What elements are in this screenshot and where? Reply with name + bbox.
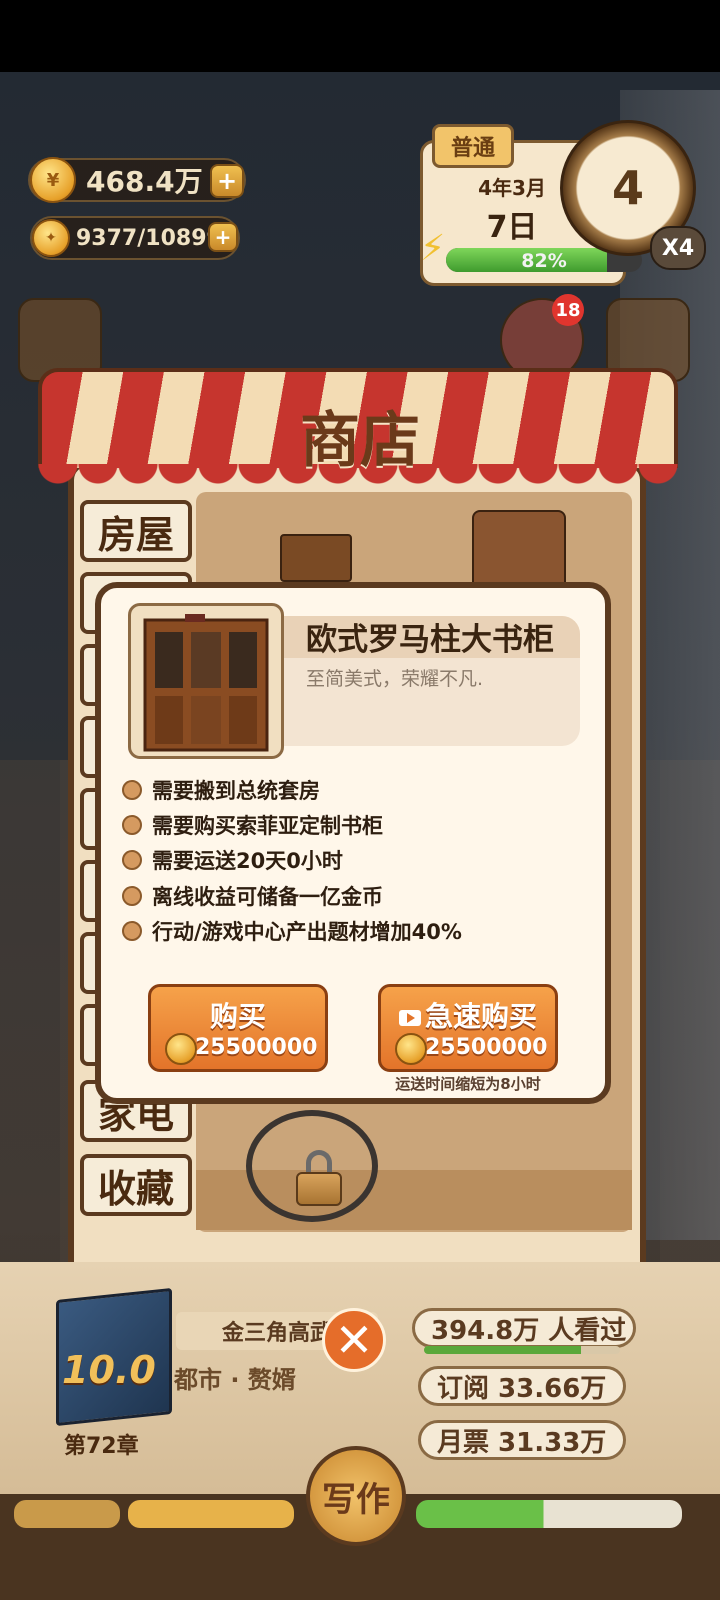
item-name: 欧式罗马柱大书柜: [306, 622, 554, 658]
subscriptions-stat: 订阅 33.66万: [418, 1366, 626, 1406]
requirement-item: 行动/游戏中心产出题材增加40%: [122, 915, 462, 947]
coins-value: 468.4万: [86, 165, 203, 198]
lightning-icon: ⚡: [420, 228, 446, 269]
requirement-item: 需要搬到总统套房: [122, 774, 320, 806]
progress-segment: [14, 1500, 120, 1528]
novel-genre: 都市 · 赘婿: [174, 1366, 296, 1394]
tab-collection[interactable]: 收藏: [80, 1154, 192, 1216]
close-button[interactable]: ✕: [322, 1308, 386, 1372]
rush-buy-price: 25500000: [425, 1035, 548, 1060]
item-description: 至简美式，荣耀不凡.: [306, 668, 484, 690]
buy-label: 购买: [209, 1000, 266, 1033]
lock-icon: [296, 1150, 342, 1206]
views-stat: 394.8万 人看过: [412, 1308, 636, 1348]
alarm-badge: 18: [552, 294, 584, 326]
add-inspiration-button[interactable]: +: [208, 222, 238, 252]
rush-note: 运送时间缩短为8小时: [395, 1075, 541, 1093]
novel-chapter: 第72章: [64, 1434, 139, 1459]
progress-segment: [128, 1500, 294, 1528]
status-bar: [0, 0, 720, 72]
nightstand-item[interactable]: [280, 534, 352, 582]
inspiration-value: 9377/10899: [76, 225, 222, 251]
lightbulb-icon: ✦: [32, 219, 70, 257]
date-year-month: 4年3月: [478, 176, 546, 200]
requirement-item: 离线收益可储备一亿金币: [122, 880, 383, 912]
speed-button[interactable]: X4: [650, 226, 706, 270]
rush-buy-label: 急速购买: [381, 995, 555, 1035]
buy-button[interactable]: 购买 25500000: [148, 984, 328, 1072]
requirement-item: 需要购买索菲亚定制书柜: [122, 809, 383, 841]
video-play-icon: [398, 1010, 421, 1026]
date-day: 7日: [486, 210, 538, 245]
novel-score: 10.0: [62, 1348, 156, 1392]
buy-price: 25500000: [195, 1035, 318, 1060]
bookcase-image: [128, 603, 284, 759]
coin-icon: [165, 1033, 197, 1065]
coin-icon: [395, 1033, 427, 1065]
progress-segment: [416, 1500, 682, 1528]
rush-buy-button[interactable]: 急速购买 25500000: [378, 984, 558, 1072]
difficulty-tag: 普通: [432, 124, 514, 168]
write-button[interactable]: 写作: [306, 1446, 406, 1546]
shop-title: 商店: [300, 406, 420, 476]
monthly-votes-stat: 月票 31.33万: [418, 1420, 626, 1460]
add-coins-button[interactable]: +: [210, 164, 244, 198]
requirement-item: 需要运送20天0小时: [122, 844, 343, 876]
coin-icon: ¥: [30, 157, 76, 203]
tab-house[interactable]: 房屋: [80, 500, 192, 562]
clock-number: 4: [611, 161, 644, 215]
views-bar: [424, 1346, 620, 1354]
